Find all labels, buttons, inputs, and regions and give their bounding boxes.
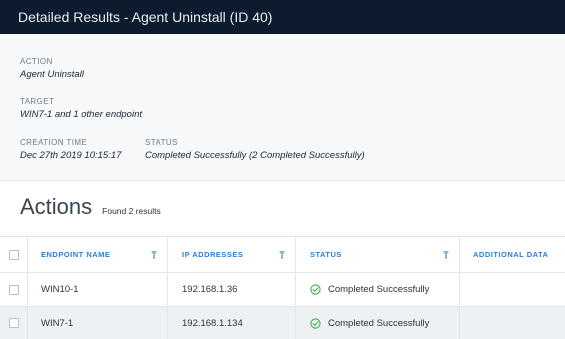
column-header-endpoint-name[interactable]: ENDPOINT NAME [28,237,168,272]
target-field: TARGET WIN7-1 and 1 other endpoint [20,97,142,121]
details-panel: ACTION Agent Uninstall TARGET WIN7-1 and… [0,34,565,181]
ip-address-cell: 192.168.1.36 [168,273,296,306]
column-header-label: ENDPOINT NAME [41,250,111,259]
table-row[interactable]: WIN10-1 192.168.1.36 Completed Successfu… [0,273,565,307]
creation-time-label: CREATION TIME [20,138,88,147]
status-cell: Completed Successfully [296,273,460,306]
status-value: Completed Successfully (2 Completed Succ… [145,150,365,161]
additional-data-cell [460,273,565,306]
table-row[interactable]: WIN7-1 192.168.1.134 Completed Successfu… [0,307,565,339]
endpoint-name-cell: WIN10-1 [28,273,168,306]
endpoint-name: WIN10-1 [41,284,79,295]
endpoint-name: WIN7-1 [41,317,74,329]
additional-data-cell [460,307,565,339]
column-header-label: IP ADDRESSES [182,250,244,259]
action-field: ACTION Agent Uninstall [20,57,84,81]
column-header-ip-addresses[interactable]: IP ADDRESSES [168,237,296,272]
status-field: STATUS Completed Successfully (2 Complet… [145,138,365,162]
ip-address: 192.168.1.36 [182,284,238,295]
filter-icon[interactable] [279,251,285,259]
filter-icon[interactable] [151,251,157,259]
select-all-cell [0,237,28,272]
creation-time-field: CREATION TIME Dec 27th 2019 10:15:17 [20,138,121,162]
status-text: Completed Successfully [328,284,430,295]
creation-time-value: Dec 27th 2019 10:15:17 [20,150,122,161]
table-header-row: ENDPOINT NAME IP ADDRESSES STATUS ADDITI… [0,237,565,273]
status-label: STATUS [145,138,178,147]
status-cell: Completed Successfully [296,307,460,339]
column-header-label: ADDITIONAL DATA [473,250,549,259]
status-text: Completed Successfully [328,317,430,329]
row-select-cell [0,307,28,339]
actions-heading: Actions Found 2 results [20,194,161,224]
window-title: Detailed Results - Agent Uninstall (ID 4… [0,0,565,34]
column-header-label: STATUS [310,250,342,259]
target-value: WIN7-1 and 1 other endpoint [20,109,142,120]
select-all-checkbox[interactable] [8,249,19,260]
ip-address-cell: 192.168.1.134 [168,307,296,339]
check-circle-icon [310,317,321,329]
column-header-status[interactable]: STATUS [296,237,460,272]
action-label: ACTION [20,57,53,66]
check-circle-icon [310,284,321,295]
column-header-additional-data[interactable]: ADDITIONAL DATA [460,237,565,272]
action-value: Agent Uninstall [20,69,84,80]
results-count: Found 2 results [102,206,161,216]
target-label: TARGET [20,97,55,106]
actions-table: ENDPOINT NAME IP ADDRESSES STATUS ADDITI… [0,236,565,339]
endpoint-name-cell: WIN7-1 [28,307,168,339]
section-title: Actions [20,194,93,219]
row-checkbox[interactable] [8,318,19,328]
ip-address: 192.168.1.134 [182,317,243,329]
filter-icon[interactable] [443,251,449,259]
row-checkbox[interactable] [8,284,19,295]
row-select-cell [0,273,28,306]
